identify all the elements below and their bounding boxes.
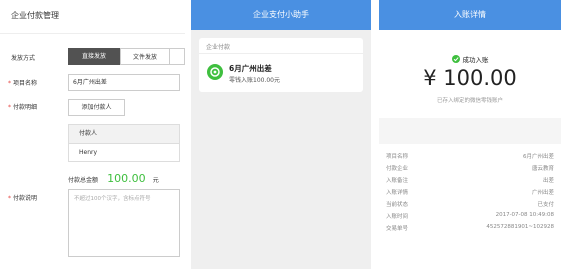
title-divider	[0, 33, 185, 34]
deposit-note: 已存入绑定的微信零钱账户	[436, 98, 503, 104]
project-name-label: * 项目名称	[8, 80, 38, 87]
description-textarea[interactable]: 不超过100个汉字，含标点符号	[68, 189, 180, 257]
add-payer-button[interactable]: 添加付款人	[68, 99, 125, 116]
section-separator	[379, 118, 561, 144]
option-direct-button[interactable]: 直接发放	[68, 48, 120, 65]
detail-row: 当前状态 已支付	[386, 202, 554, 208]
total-amount: 100.00	[107, 172, 146, 185]
payment-message-card[interactable]: 企业付款 6月广州出差 零钱入账100.00元	[199, 38, 363, 92]
total-unit: 元	[152, 177, 159, 184]
detail-row: 付款企业 唐云教育	[386, 166, 554, 172]
detail-list: 项目名称 6月广州出差 付款企业 唐云教育 入账备注 出差 入账详情 广州出差 当前状态…	[386, 152, 554, 236]
issue-method-label: 发放方式	[11, 55, 36, 62]
detail-row: 项目名称 6月广州出差	[386, 154, 554, 160]
description-label: * 付款说明	[8, 195, 38, 202]
total-amount-line: 付款总金额 100.00 元	[68, 167, 159, 186]
success-text: 成功入账	[462, 56, 489, 64]
option-file-button[interactable]: 文件发放	[120, 48, 170, 65]
project-name-input[interactable]: 6月广州出差	[68, 74, 180, 91]
card-title: 企业付款	[206, 44, 231, 51]
payment-assistant-panel: 企业支付小助手 企业付款 6月广州出差 零钱入账100.00元	[191, 0, 371, 269]
payment-subtitle: 零钱入账100.00元	[229, 77, 280, 84]
detail-row: 入账时间 2017-07-08 10:49:08	[386, 212, 554, 220]
detail-row: 交易单号 452572881901~102928	[386, 224, 554, 232]
success-status: 成功入账	[379, 54, 561, 64]
table-row[interactable]: Henry	[68, 144, 180, 162]
payment-title: 6月广州出差	[229, 64, 272, 73]
option-more-button[interactable]	[170, 48, 185, 65]
detail-header: 入账详情	[379, 0, 561, 30]
card-divider	[199, 53, 363, 54]
success-check-icon	[451, 55, 460, 63]
payment-detail-panel: 入账详情 成功入账 ¥ 100.00 已存入绑定的微信零钱账户 项目名称 6月广州…	[379, 0, 561, 269]
page-title: 企业付款管理	[11, 11, 59, 20]
enterprise-payment-panel: 企业付款管理 发放方式 直接发放 文件发放 * 项目名称 6月广州出差 * 付款明细…	[0, 0, 185, 269]
wallet-icon	[207, 64, 223, 80]
payment-details-label: * 付款明细	[8, 104, 38, 111]
payment-amount: ¥ 100.00	[423, 66, 517, 90]
detail-row: 入账备注 出差	[386, 178, 554, 184]
payer-table-header: 付款人	[68, 124, 180, 144]
assistant-header: 企业支付小助手	[191, 0, 371, 30]
detail-row: 入账详情 广州出差	[386, 190, 554, 196]
total-label: 付款总金额	[68, 177, 99, 184]
